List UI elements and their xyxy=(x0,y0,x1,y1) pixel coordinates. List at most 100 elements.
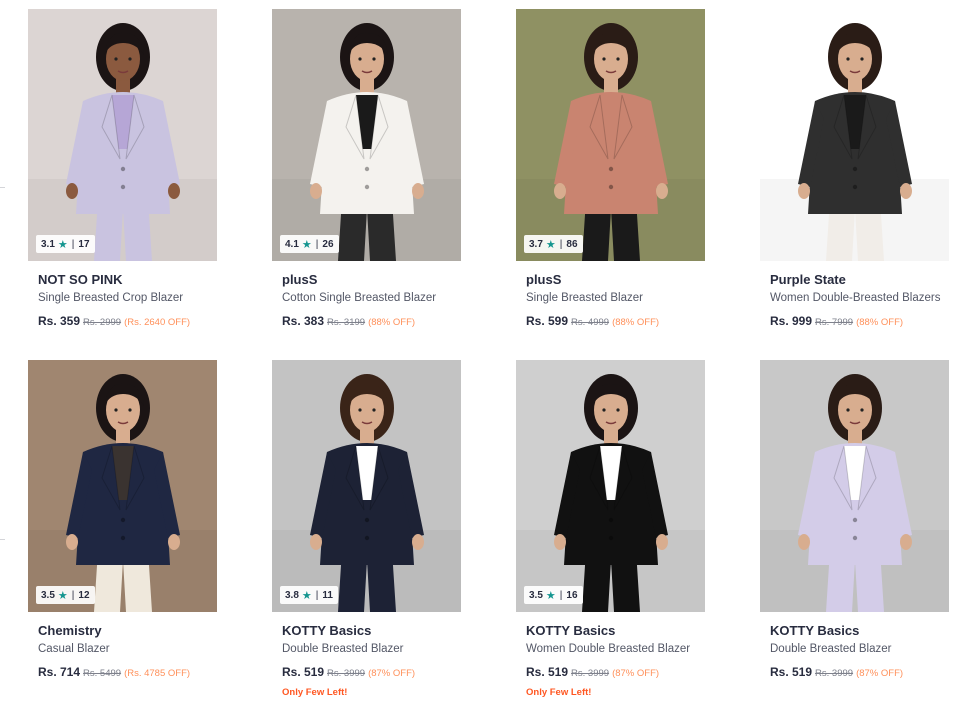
rating-value: 3.1 xyxy=(41,238,55,250)
price-row: Rs. 383 Rs. 3199 (88% OFF) xyxy=(282,314,415,328)
rating-badge: 3.5 ★ | 16 xyxy=(524,586,583,604)
product-discount: (87% OFF) xyxy=(368,668,416,679)
rating-count: 86 xyxy=(566,238,578,250)
rating-count: 26 xyxy=(322,238,334,250)
rating-value: 3.7 xyxy=(529,238,543,250)
product-brand[interactable]: Purple State xyxy=(770,272,846,287)
product-grid: 3.1 ★ | 17 NOT SO PINK Single Breasted Crop B… xyxy=(0,0,965,701)
rating-value: 3.5 xyxy=(529,589,543,601)
product-image xyxy=(760,360,949,612)
product-price: Rs. 383 xyxy=(282,314,325,328)
rating-count: 17 xyxy=(78,238,90,250)
product-brand[interactable]: KOTTY Basics xyxy=(770,623,859,638)
product-mrp: Rs. 7999 xyxy=(815,317,854,328)
price-row: Rs. 519 Rs. 3999 (87% OFF) xyxy=(770,665,903,679)
product-card[interactable]: KOTTY Basics Double Breasted Blazer Rs. 51… xyxy=(760,360,965,705)
product-brand[interactable]: Chemistry xyxy=(38,623,102,638)
product-brand[interactable]: KOTTY Basics xyxy=(282,623,371,638)
product-name[interactable]: Single Breasted Crop Blazer xyxy=(38,292,183,304)
product-image xyxy=(516,360,705,612)
product-name[interactable]: Casual Blazer xyxy=(38,643,110,655)
product-discount: (Rs. 2640 OFF) xyxy=(124,317,191,328)
rating-badge: 3.8 ★ | 11 xyxy=(280,586,338,604)
rating-badge: 4.1 ★ | 26 xyxy=(280,235,339,253)
product-discount: (88% OFF) xyxy=(368,317,416,328)
product-name[interactable]: Women Double-Breasted Blazers xyxy=(770,292,940,304)
product-mrp: Rs. 3199 xyxy=(327,317,366,328)
product-image-container[interactable]: 3.5 ★ | 12 xyxy=(28,360,217,612)
product-image-container[interactable]: 4.1 ★ | 26 xyxy=(272,9,461,261)
divider xyxy=(0,539,5,540)
rating-separator: | xyxy=(559,238,563,250)
product-card[interactable]: 3.1 ★ | 17 NOT SO PINK Single Breasted Crop B… xyxy=(28,9,248,354)
rating-badge: 3.5 ★ | 12 xyxy=(36,586,95,604)
price-row: Rs. 359 Rs. 2999 (Rs. 2640 OFF) xyxy=(38,314,190,328)
stock-warning: Only Few Left! xyxy=(282,687,348,698)
product-image xyxy=(272,9,461,261)
product-card[interactable]: 3.7 ★ | 86 plusS Single Breasted Blazer Rs. 59… xyxy=(516,9,736,354)
price-row: Rs. 714 Rs. 5499 (Rs. 4785 OFF) xyxy=(38,665,190,679)
product-mrp: Rs. 4999 xyxy=(571,317,610,328)
product-discount: (88% OFF) xyxy=(612,317,660,328)
product-mrp: Rs. 2999 xyxy=(83,317,122,328)
product-image xyxy=(760,9,949,261)
price-row: Rs. 519 Rs. 3999 (87% OFF) xyxy=(526,665,659,679)
product-image-container[interactable]: 3.1 ★ | 17 xyxy=(28,9,217,261)
product-image xyxy=(28,9,217,261)
product-price: Rs. 999 xyxy=(770,314,813,328)
rating-value: 4.1 xyxy=(285,238,299,250)
stock-warning: Only Few Left! xyxy=(526,687,592,698)
star-icon: ★ xyxy=(545,238,556,251)
product-card[interactable]: 3.5 ★ | 16 KOTTY Basics Women Double Breasted… xyxy=(516,360,736,705)
price-row: Rs. 519 Rs. 3999 (87% OFF) xyxy=(282,665,415,679)
rating-value: 3.8 xyxy=(285,589,299,601)
product-card[interactable]: Purple State Women Double-Breasted Blazer… xyxy=(760,9,965,354)
star-icon: ★ xyxy=(301,589,312,602)
product-card[interactable]: 4.1 ★ | 26 plusS Cotton Single Breasted Blaze… xyxy=(272,9,492,354)
rating-count: 16 xyxy=(566,589,578,601)
rating-separator: | xyxy=(559,589,563,601)
rating-separator: | xyxy=(315,589,319,601)
rating-separator: | xyxy=(71,589,75,601)
star-icon: ★ xyxy=(57,238,68,251)
rating-value: 3.5 xyxy=(41,589,55,601)
product-price: Rs. 519 xyxy=(770,665,813,679)
product-image-container[interactable]: 3.8 ★ | 11 xyxy=(272,360,461,612)
product-discount: (88% OFF) xyxy=(856,317,904,328)
product-brand[interactable]: plusS xyxy=(526,272,561,287)
product-mrp: Rs. 5499 xyxy=(83,668,122,679)
divider xyxy=(0,187,5,188)
product-price: Rs. 599 xyxy=(526,314,569,328)
product-card[interactable]: 3.5 ★ | 12 Chemistry Casual Blazer Rs. 714 Rs. … xyxy=(28,360,248,705)
product-brand[interactable]: KOTTY Basics xyxy=(526,623,615,638)
product-price: Rs. 519 xyxy=(526,665,569,679)
product-discount: (Rs. 4785 OFF) xyxy=(124,668,191,679)
product-name[interactable]: Single Breasted Blazer xyxy=(526,292,643,304)
product-image-container[interactable] xyxy=(760,360,949,612)
product-image-container[interactable]: 3.7 ★ | 86 xyxy=(516,9,705,261)
price-row: Rs. 599 Rs. 4999 (88% OFF) xyxy=(526,314,659,328)
star-icon: ★ xyxy=(301,238,312,251)
product-brand[interactable]: NOT SO PINK xyxy=(38,272,123,287)
product-name[interactable]: Double Breasted Blazer xyxy=(770,643,891,655)
product-name[interactable]: Cotton Single Breasted Blazer xyxy=(282,292,436,304)
product-image-container[interactable] xyxy=(760,9,949,261)
rating-badge: 3.1 ★ | 17 xyxy=(36,235,95,253)
rating-count: 11 xyxy=(322,589,333,601)
product-image xyxy=(516,9,705,261)
price-row: Rs. 999 Rs. 7999 (88% OFF) xyxy=(770,314,903,328)
product-discount: (87% OFF) xyxy=(856,668,904,679)
product-brand[interactable]: plusS xyxy=(282,272,317,287)
rating-separator: | xyxy=(315,238,319,250)
product-price: Rs. 519 xyxy=(282,665,325,679)
product-image xyxy=(28,360,217,612)
product-card[interactable]: 3.8 ★ | 11 KOTTY Basics Double Breasted Blaze… xyxy=(272,360,492,705)
product-image xyxy=(272,360,461,612)
rating-badge: 3.7 ★ | 86 xyxy=(524,235,583,253)
product-name[interactable]: Women Double Breasted Blazer xyxy=(526,643,690,655)
star-icon: ★ xyxy=(545,589,556,602)
rating-separator: | xyxy=(71,238,75,250)
rating-count: 12 xyxy=(78,589,90,601)
product-image-container[interactable]: 3.5 ★ | 16 xyxy=(516,360,705,612)
product-name[interactable]: Double Breasted Blazer xyxy=(282,643,403,655)
